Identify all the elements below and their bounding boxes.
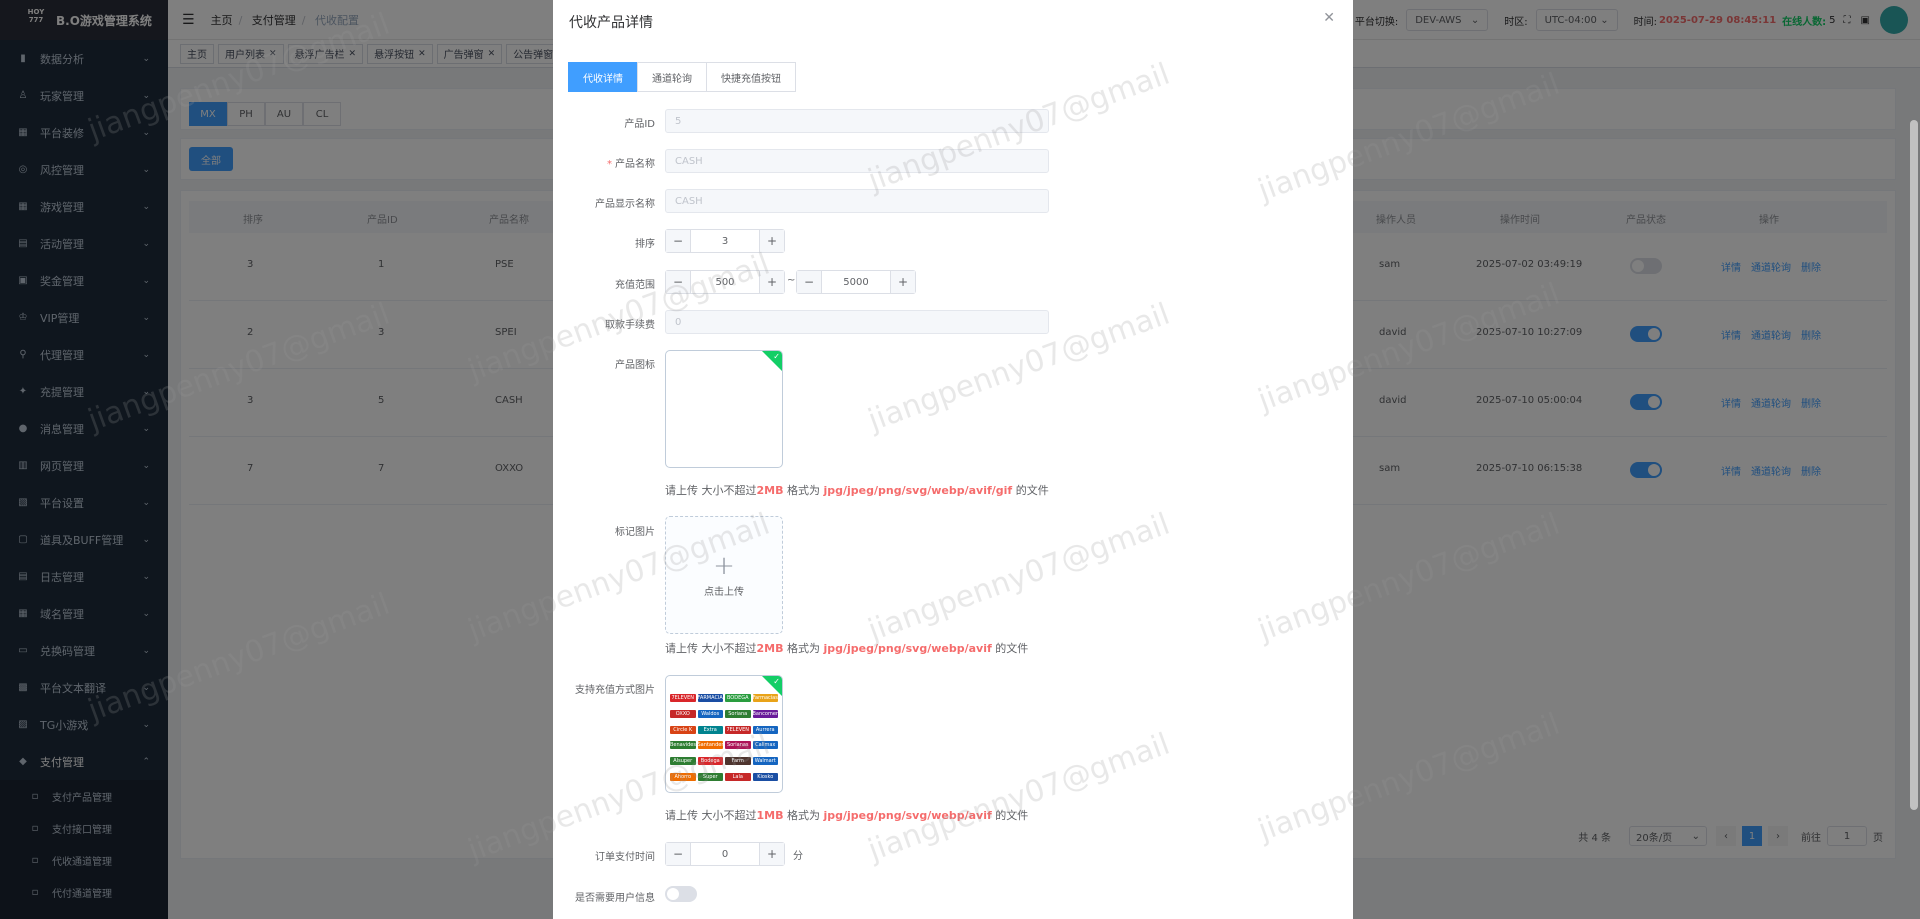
- check-icon: ✓: [773, 677, 780, 686]
- payment-logo: Bancomer: [752, 709, 778, 718]
- range-min-value[interactable]: 500: [691, 277, 759, 288]
- tab-channel-poll[interactable]: 通道轮询: [637, 62, 707, 92]
- page-scrollbar[interactable]: [1910, 120, 1918, 810]
- payment-logo: Walmart: [752, 757, 778, 766]
- product-detail-dialog: 代收产品详情 ✕ 代收详情 通道轮询 快捷充值按钮 产品ID 5 * 产品名称 C…: [553, 0, 1353, 919]
- range-label: 充值范围: [615, 280, 655, 291]
- minus-icon[interactable]: −: [666, 843, 691, 865]
- display-name-field[interactable]: CASH: [665, 189, 1049, 213]
- tab-detail[interactable]: 代收详情: [568, 62, 638, 92]
- minus-icon[interactable]: −: [797, 271, 822, 293]
- range-min-stepper[interactable]: − 500 +: [665, 270, 785, 294]
- fee-label: 取款手续费: [605, 320, 655, 331]
- support-label: 支持充值方式图片: [575, 685, 655, 696]
- support-upload-tip: 请上传 大小不超过1MB 格式为 jpg/jpeg/png/svg/webp/a…: [665, 809, 1029, 822]
- dialog-tabs: 代收详情 通道轮询 快捷充值按钮: [568, 62, 796, 92]
- pid-field[interactable]: 5: [665, 109, 1049, 133]
- sort-stepper[interactable]: − 3 +: [665, 229, 785, 253]
- need-user-toggle[interactable]: [665, 886, 697, 902]
- pay-time-value[interactable]: 0: [691, 849, 759, 860]
- dialog-title: 代收产品详情: [569, 15, 653, 31]
- payment-logo: Aurrera: [752, 725, 778, 734]
- payment-logo: Benavides: [670, 741, 696, 750]
- range-max-value[interactable]: 5000: [822, 277, 890, 288]
- plus-icon: +: [713, 551, 735, 581]
- pay-time-label: 订单支付时间: [595, 852, 655, 863]
- range-separator: ~: [787, 275, 796, 286]
- plus-icon[interactable]: +: [759, 843, 784, 865]
- plus-icon[interactable]: +: [759, 230, 784, 252]
- plus-icon[interactable]: +: [759, 271, 784, 293]
- name-label: * 产品名称: [607, 159, 655, 170]
- icon-label: 产品图标: [615, 360, 655, 371]
- mark-label: 标记图片: [615, 527, 655, 538]
- payment-logo: Calimax: [752, 741, 778, 750]
- tab-quick-recharge[interactable]: 快捷充值按钮: [706, 62, 796, 92]
- payment-logo: 7ELEVEN: [670, 694, 696, 702]
- payment-logo: Soriana: [725, 709, 751, 718]
- range-max-stepper[interactable]: − 5000 +: [796, 270, 916, 294]
- payment-logo: Super: [697, 773, 723, 782]
- payment-logo: Ahorro: [670, 773, 696, 782]
- minus-icon[interactable]: −: [666, 230, 691, 252]
- payment-logo: Bodega: [697, 757, 723, 766]
- pid-label: 产品ID: [624, 119, 655, 130]
- payment-logo: Santander: [697, 741, 723, 750]
- payment-logo: BODEGA: [725, 694, 751, 702]
- upload-text: 点击上传: [704, 587, 744, 598]
- support-image-upload[interactable]: 7ELEVENFARMACIASBODEGAFarmaciasOXXOWaldo…: [665, 675, 783, 793]
- payment-logos-image: 7ELEVENFARMACIASBODEGAFarmaciasOXXOWaldo…: [670, 694, 778, 786]
- product-icon-upload[interactable]: ✓: [665, 350, 783, 468]
- payment-logo: OXXO: [670, 709, 696, 718]
- mark-image-upload[interactable]: + 点击上传: [665, 516, 783, 634]
- payment-logo: Waldos: [697, 709, 723, 718]
- payment-logo: Kiosko: [752, 773, 778, 782]
- display-name-label: 产品显示名称: [595, 199, 655, 210]
- need-user-label: 是否需要用户信息: [575, 893, 655, 904]
- mark-upload-tip: 请上传 大小不超过2MB 格式为 jpg/jpeg/png/svg/webp/a…: [665, 642, 1029, 655]
- pay-time-stepper[interactable]: − 0 +: [665, 842, 785, 866]
- payment-logo: Alsuper: [670, 757, 696, 766]
- icon-upload-tip: 请上传 大小不超过2MB 格式为 jpg/jpeg/png/svg/webp/a…: [665, 484, 1049, 497]
- payment-logo: 7ELEVEN: [725, 725, 751, 734]
- payment-logo: FARMACIAS: [697, 694, 723, 702]
- payment-logo: Farm Guad: [725, 757, 751, 766]
- sort-value[interactable]: 3: [691, 236, 759, 247]
- pay-time-unit: 分: [793, 851, 803, 862]
- minus-icon[interactable]: −: [666, 271, 691, 293]
- app-root: HOY 777 B.O游戏管理系统 ▮数据分析⌄♙玩家管理⌄▦平台装修⌄◎风控管…: [0, 0, 1920, 919]
- payment-logo: Circle K: [670, 725, 696, 734]
- payment-logo: Extra: [697, 725, 723, 734]
- sort-label: 排序: [635, 239, 655, 250]
- fee-field[interactable]: 0: [665, 310, 1049, 334]
- payment-logo: Lala: [725, 773, 751, 782]
- close-icon[interactable]: ✕: [1323, 10, 1335, 26]
- payment-logo: Sorianas: [725, 741, 751, 750]
- name-field[interactable]: CASH: [665, 149, 1049, 173]
- check-icon: ✓: [773, 352, 780, 361]
- plus-icon[interactable]: +: [890, 271, 915, 293]
